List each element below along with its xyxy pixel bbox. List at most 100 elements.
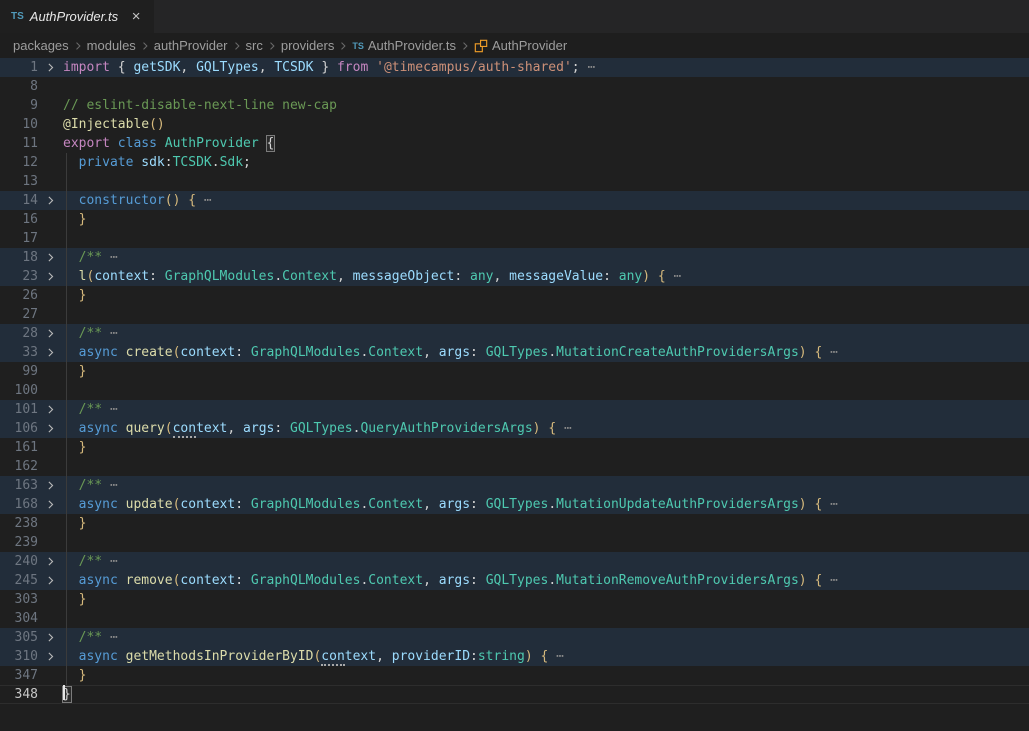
fold-chevron-right-icon[interactable] (38, 346, 63, 359)
code-line[interactable]: 305 /** ⋯ (0, 628, 1029, 647)
code-line[interactable]: 310 async getMethodsInProviderByID(conte… (0, 647, 1029, 666)
code-line[interactable]: 16 } (0, 210, 1029, 229)
code-line[interactable]: 13 (0, 172, 1029, 191)
code-token: ⋯ (102, 250, 118, 265)
code-token (63, 573, 79, 588)
code-token: TCSDK (173, 155, 212, 170)
gutter: 163 (0, 476, 63, 495)
code-line[interactable]: 11export class AuthProvider { (0, 134, 1029, 153)
fold-chevron-right-icon[interactable] (38, 555, 63, 568)
code-line[interactable]: 106 async query(context, args: GQLTypes.… (0, 419, 1029, 438)
gutter: 162 (0, 457, 63, 476)
code-line[interactable]: 10@Injectable() (0, 115, 1029, 134)
code-line[interactable]: 245 async remove(context: GraphQLModules… (0, 571, 1029, 590)
breadcrumb-item-src[interactable]: src (246, 38, 263, 53)
code-token: import (63, 60, 110, 75)
code-token (63, 288, 79, 303)
code-line[interactable]: 28 /** ⋯ (0, 324, 1029, 343)
code-content: constructor() { ⋯ (63, 191, 1029, 210)
code-line[interactable]: 239 (0, 533, 1029, 552)
code-line[interactable]: 8 (0, 77, 1029, 96)
code-content: } (63, 590, 1029, 609)
code-token: } (79, 364, 87, 379)
fold-chevron-right-icon[interactable] (38, 403, 63, 416)
breadcrumb-item-file[interactable]: TS AuthProvider.ts (352, 38, 456, 53)
code-line[interactable]: 163 /** ⋯ (0, 476, 1029, 495)
code-line[interactable]: 347 } (0, 666, 1029, 685)
code-line[interactable]: 162 (0, 457, 1029, 476)
code-line[interactable]: 18 /** ⋯ (0, 248, 1029, 267)
code-token: async (79, 573, 118, 588)
code-content: /** ⋯ (63, 324, 1029, 343)
fold-chevron-right-icon[interactable] (38, 650, 63, 663)
tab-authprovider-ts[interactable]: TS AuthProvider.ts × (0, 0, 154, 33)
code-content: export class AuthProvider { (63, 134, 1029, 153)
fold-chevron-right-icon[interactable] (38, 498, 63, 511)
code-editor[interactable]: 1import { getSDK, GQLTypes, TCSDK } from… (0, 58, 1029, 731)
code-token: private (79, 155, 134, 170)
fold-chevron-right-icon[interactable] (38, 574, 63, 587)
code-token: ⋯ (102, 630, 118, 645)
line-number: 239 (0, 533, 38, 552)
code-line[interactable]: 101 /** ⋯ (0, 400, 1029, 419)
code-line[interactable]: 33 async create(context: GraphQLModules.… (0, 343, 1029, 362)
code-line[interactable]: 304 (0, 609, 1029, 628)
code-line[interactable]: 23 l(context: GraphQLModules.Context, me… (0, 267, 1029, 286)
code-token: ⋯ (822, 573, 838, 588)
code-content: /** ⋯ (63, 476, 1029, 495)
line-number: 99 (0, 362, 38, 381)
breadcrumb-item-modules[interactable]: modules (87, 38, 136, 53)
code-token: } (79, 288, 87, 303)
code-token: /** (79, 554, 102, 569)
code-line[interactable]: 26 } (0, 286, 1029, 305)
code-line[interactable]: 1import { getSDK, GQLTypes, TCSDK } from… (0, 58, 1029, 77)
code-token: class (118, 136, 157, 151)
code-token: providerID (392, 649, 470, 664)
code-token: ; (572, 60, 580, 75)
fold-chevron-right-icon[interactable] (38, 422, 63, 435)
breadcrumb-item-authprovider[interactable]: authProvider (154, 38, 228, 53)
code-line[interactable]: 168 async update(context: GraphQLModules… (0, 495, 1029, 514)
line-number: 305 (0, 628, 38, 647)
code-line[interactable]: 348} (0, 685, 1029, 704)
fold-chevron-right-icon[interactable] (38, 327, 63, 340)
line-number: 348 (0, 685, 38, 704)
fold-chevron-right-icon[interactable] (38, 479, 63, 492)
fold-chevron-right-icon[interactable] (38, 61, 63, 74)
indent-guide (66, 609, 67, 628)
close-icon[interactable]: × (128, 9, 144, 25)
fold-chevron-right-icon[interactable] (38, 194, 63, 207)
code-line[interactable]: 17 (0, 229, 1029, 248)
code-token: remove (126, 573, 173, 588)
code-token: args (439, 573, 470, 588)
breadcrumb-item-packages[interactable]: packages (13, 38, 69, 53)
code-line[interactable]: 238 } (0, 514, 1029, 533)
code-token: , (423, 573, 439, 588)
line-number: 17 (0, 229, 38, 248)
code-token: string (478, 649, 525, 664)
breadcrumb-item-providers[interactable]: providers (281, 38, 334, 53)
line-number: 106 (0, 419, 38, 438)
code-line[interactable]: 12 private sdk:TCSDK.Sdk; (0, 153, 1029, 172)
code-token: : (454, 269, 470, 284)
code-line[interactable]: 303 } (0, 590, 1029, 609)
code-line[interactable]: 161 } (0, 438, 1029, 457)
code-token: , (423, 345, 439, 360)
code-line[interactable]: 27 (0, 305, 1029, 324)
line-number: 245 (0, 571, 38, 590)
code-token: . (212, 155, 220, 170)
code-line[interactable]: 14 constructor() { ⋯ (0, 191, 1029, 210)
fold-chevron-right-icon[interactable] (38, 251, 63, 264)
fold-chevron-right-icon[interactable] (38, 270, 63, 283)
gutter: 347 (0, 666, 63, 685)
gutter: 26 (0, 286, 63, 305)
code-line[interactable]: 100 (0, 381, 1029, 400)
code-line[interactable]: 99 } (0, 362, 1029, 381)
code-line[interactable]: 240 /** ⋯ (0, 552, 1029, 571)
fold-chevron-right-icon[interactable] (38, 631, 63, 644)
code-line[interactable]: 9// eslint-disable-next-line new-cap (0, 96, 1029, 115)
code-token: : (165, 155, 173, 170)
breadcrumb-item-symbol[interactable]: AuthProvider (474, 38, 567, 53)
typescript-file-icon: TS (352, 41, 364, 51)
code-token (118, 573, 126, 588)
